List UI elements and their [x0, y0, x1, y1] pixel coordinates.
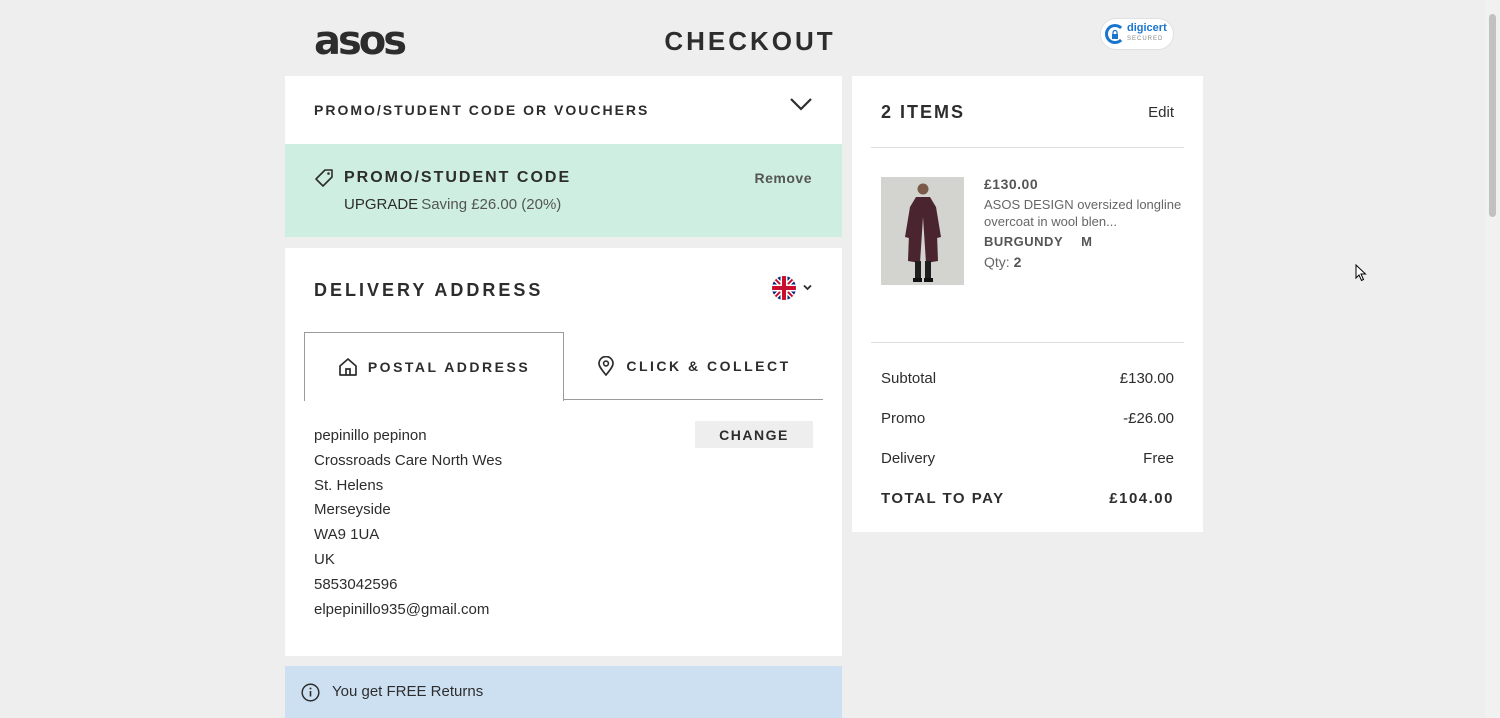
- delivery-address-section: DELIVERY ADDRESS POSTAL ADDRESS CLICK & …: [285, 248, 842, 656]
- address-line: Merseyside: [314, 501, 391, 519]
- free-returns-text: You get FREE Returns: [332, 683, 484, 700]
- promo-code-label: PROMO/STUDENT CODE OR VOUCHERS: [314, 102, 650, 118]
- change-address-button[interactable]: CHANGE: [695, 421, 813, 448]
- promo-label: Promo: [881, 410, 926, 427]
- product-image[interactable]: [881, 177, 964, 285]
- digicert-brand: digicert: [1127, 22, 1167, 34]
- postal-address: pepinillo pepinon Crossroads Care North …: [314, 424, 502, 622]
- edit-bag-link[interactable]: Edit: [1148, 104, 1174, 121]
- promo-applied-banner: PROMO/STUDENT CODE Remove UPGRADE Saving …: [285, 144, 842, 237]
- divider: [871, 342, 1184, 343]
- tab-postal-address[interactable]: POSTAL ADDRESS: [304, 332, 564, 401]
- promo-saving: Saving £26.00 (20%): [421, 196, 562, 213]
- promo-value: -£26.00: [1123, 410, 1174, 427]
- subtotal-value: £130.00: [1119, 370, 1174, 387]
- address-line: 5853042596: [314, 575, 398, 593]
- address-line: elpepinillo935@gmail.com: [314, 600, 490, 618]
- digicert-badge: digicert SECURED: [1100, 18, 1174, 50]
- tab-click-collect[interactable]: CLICK & COLLECT: [564, 332, 823, 400]
- promo-code-toggle[interactable]: PROMO/STUDENT CODE OR VOUCHERS: [285, 76, 842, 144]
- page-title: CHECKOUT: [664, 26, 836, 56]
- promo-code-value: UPGRADE: [344, 196, 419, 213]
- uk-flag-icon[interactable]: [772, 276, 796, 300]
- digicert-sub: SECURED: [1127, 36, 1164, 42]
- subtotal-label: Subtotal: [881, 370, 937, 387]
- summary-row-promo: Promo -£26.00: [881, 410, 1174, 427]
- total-value: £104.00: [1109, 490, 1174, 507]
- info-icon: [301, 683, 320, 702]
- lock-icon: [1105, 24, 1125, 44]
- divider: [871, 147, 1184, 148]
- page-scrollbar[interactable]: [1485, 0, 1500, 718]
- address-line: Crossroads Care North Wes: [314, 451, 503, 469]
- tab-collect-label: CLICK & COLLECT: [626, 357, 791, 374]
- chevron-down-icon[interactable]: [803, 284, 812, 291]
- address-line: UK: [314, 550, 335, 568]
- product-qty-label: Qty:: [984, 254, 1010, 270]
- product-price: £130.00: [984, 176, 1039, 192]
- items-count-title: 2 ITEMS: [881, 102, 966, 122]
- free-returns-notice: You get FREE Returns: [285, 666, 842, 718]
- tab-postal-label: POSTAL ADDRESS: [367, 359, 531, 375]
- product-name[interactable]: ASOS DESIGN oversized longline overcoat …: [984, 196, 1184, 230]
- address-line: pepinillo pepinon: [314, 427, 427, 444]
- scrollbar-thumb[interactable]: [1489, 14, 1496, 217]
- address-line: St. Helens: [314, 476, 384, 494]
- tag-icon: [315, 169, 333, 187]
- product-qty: 2: [1013, 254, 1022, 270]
- summary-row-total: TOTAL TO PAY £104.00: [881, 490, 1174, 507]
- remove-promo-button[interactable]: Remove: [755, 170, 812, 186]
- total-label: TOTAL TO PAY: [881, 490, 1005, 507]
- order-summary: 2 ITEMS Edit £130.00 ASOS DESIGN oversiz…: [852, 76, 1203, 532]
- promo-applied-title: PROMO/STUDENT CODE: [344, 169, 572, 186]
- product-colour: BURGUNDY: [984, 234, 1064, 249]
- address-line: WA9 1UA: [314, 526, 380, 544]
- delivery-label: Delivery: [881, 450, 936, 467]
- delivery-value: Free: [1143, 450, 1174, 467]
- summary-row-delivery: Delivery Free: [881, 450, 1174, 467]
- chevron-down-icon[interactable]: [789, 96, 813, 112]
- summary-row-subtotal: Subtotal £130.00: [881, 370, 1174, 387]
- location-pin-icon: [598, 355, 615, 376]
- home-icon: [338, 358, 357, 376]
- mouse-cursor-icon: [1355, 264, 1367, 282]
- product-size: M: [1081, 234, 1093, 249]
- delivery-address-heading: DELIVERY ADDRESS: [314, 280, 544, 300]
